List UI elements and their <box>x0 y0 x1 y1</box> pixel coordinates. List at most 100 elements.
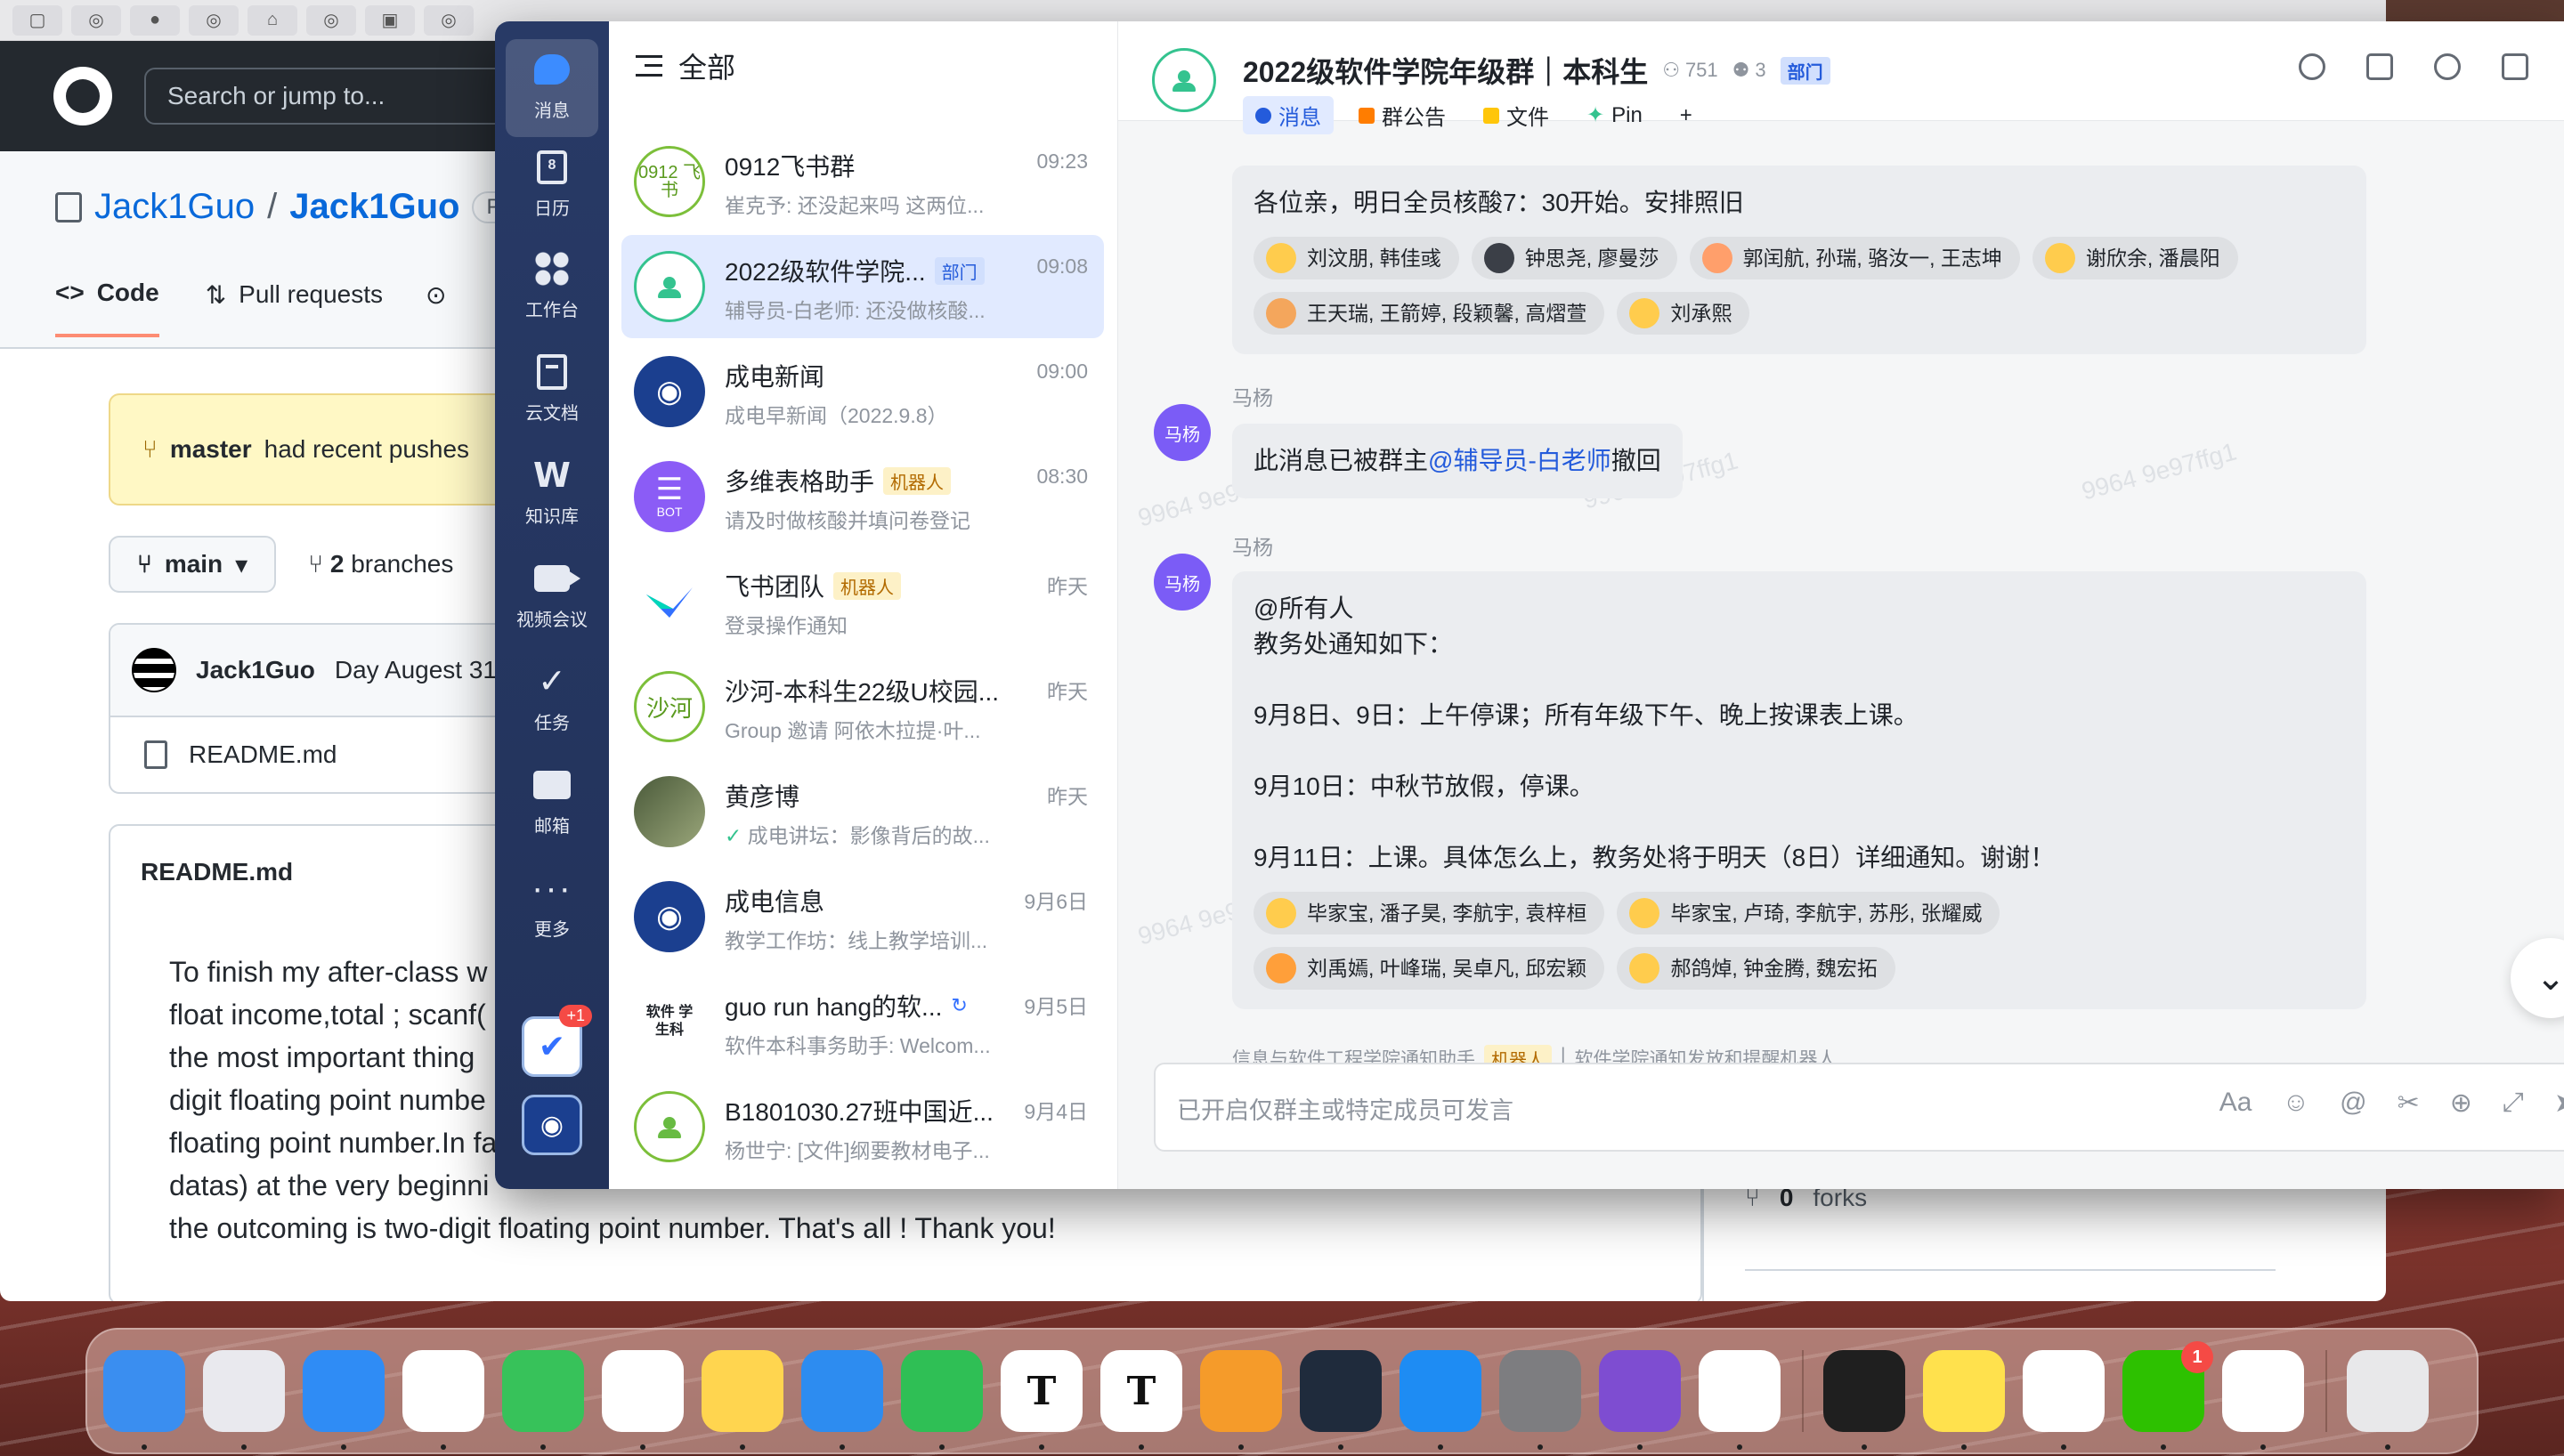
tab-pin[interactable]: ✦ Pin <box>1574 96 1655 134</box>
tab-code[interactable]: <> Code <box>55 279 159 337</box>
nav-item-tasks[interactable]: ✓ 任务 <box>495 662 609 734</box>
nav-item-docs[interactable]: 云文档 <box>495 352 609 425</box>
nav-item-calendar[interactable]: 8 日历 <box>495 148 609 220</box>
dock-music-icon[interactable] <box>1923 1350 2005 1450</box>
chat-title[interactable]: 2022级软件学院年级群｜本科生 ⚇ 751 ⚉ 3 部门 <box>1243 50 1830 91</box>
dock-app-store-icon[interactable] <box>1400 1350 1481 1450</box>
conversation-item[interactable]: ☰ BOT 多维表格助手 机器人 请及时做核酸并填问卷登记 08:30 <box>621 445 1104 548</box>
reaction-chip[interactable]: 刘汶朋, 韩佳彧 <box>1254 237 1459 279</box>
dock-facetime-icon[interactable] <box>502 1350 584 1450</box>
file-name[interactable]: README.md <box>189 740 337 769</box>
settings-panel-icon[interactable] <box>2502 53 2528 80</box>
dock-system-settings-icon[interactable] <box>1499 1350 1581 1450</box>
browser-tab[interactable]: ▢ <box>12 4 62 36</box>
reaction-chip[interactable]: 刘禹嫣, 叶峰瑞, 吴卓凡, 邱宏颖 <box>1254 947 1605 990</box>
dock-finder-icon[interactable] <box>103 1350 185 1450</box>
nav-app-uestc[interactable]: ◉ <box>522 1095 582 1155</box>
browser-tab[interactable]: ◎ <box>189 4 239 36</box>
nav-item-video[interactable]: 视频会议 <box>495 559 609 631</box>
conversation-item[interactable]: ◉ 成电信息 教学工作坊：线上教学培训... 9月6日 <box>621 865 1104 968</box>
conversation-item[interactable]: 黄彦博 ✓ 成电讲坛：影像背后的故... 昨天 <box>621 760 1104 863</box>
tab-pull-requests[interactable]: ⇅ Pull requests ⊙ <box>206 279 447 337</box>
scroll-to-bottom-button[interactable]: ⌄ <box>2511 938 2564 1018</box>
dock-vscode-icon[interactable] <box>402 1350 484 1450</box>
reaction-chip[interactable]: 郭闰航, 孙瑞, 骆汝一, 王志坤 <box>1689 237 2020 279</box>
nav-item-wiki[interactable]: W 知识库 <box>495 456 609 528</box>
browser-tab[interactable]: ⌂ <box>247 4 297 36</box>
reaction-chip[interactable]: 刘承熙 <box>1617 292 1750 335</box>
conversation-item[interactable]: 飞书团队 机器人 登录操作通知 昨天 <box>621 550 1104 653</box>
message-bubble[interactable]: 各位亲，明日全员核酸7：30开始。安排照旧 刘汶朋, 韩佳彧 钟思尧, 廖曼莎 郭闰… <box>1232 166 2366 354</box>
nav-app-shortcut[interactable]: ✔ +1 <box>522 1005 592 1077</box>
dock-numbers-icon[interactable] <box>901 1350 983 1450</box>
dock-launchpad-icon[interactable] <box>203 1350 285 1450</box>
dock-terminal-icon[interactable] <box>1823 1350 1905 1450</box>
dock-keynote-icon[interactable] <box>801 1350 883 1450</box>
scissors-icon[interactable]: ✂ <box>2398 1088 2420 1119</box>
dock-chrome-icon[interactable] <box>1699 1350 1781 1450</box>
nav-item-workspace[interactable]: 工作台 <box>495 249 609 321</box>
send-icon[interactable]: ➤ <box>2554 1088 2564 1119</box>
conversation-item[interactable]: 沙河 沙河-本科生22级U校园... Group 邀请 阿依木拉提·叶... 昨… <box>621 655 1104 758</box>
dock-typora-2-icon[interactable]: T <box>1100 1350 1182 1450</box>
reaction-chip[interactable]: 郝鸽焯, 钟金腾, 魏宏拓 <box>1617 947 1895 990</box>
reaction-chip[interactable]: 王天瑞, 王箭婷, 段颖馨, 高熠萱 <box>1254 292 1605 335</box>
avatar[interactable] <box>132 648 176 692</box>
branches-link[interactable]: ⑂ 2 branches <box>308 550 453 578</box>
dock-wechat-icon[interactable]: 1 <box>2122 1341 2213 1450</box>
conversation-item[interactable]: ◉ 成电新闻 成电早新闻（2022.9.8） 09:00 <box>621 340 1104 443</box>
add-member-icon[interactable] <box>2434 53 2461 80</box>
commit-author[interactable]: Jack1Guo <box>196 656 315 684</box>
member-count[interactable]: ⚇ 751 <box>1662 59 1717 82</box>
browser-tab-github[interactable]: ● <box>130 4 180 36</box>
group-avatar-icon[interactable] <box>1152 48 1216 112</box>
mention-icon[interactable]: @ <box>2340 1088 2366 1119</box>
browser-tab[interactable]: ◎ <box>71 4 121 36</box>
dock-github-desktop-icon[interactable] <box>1599 1350 1681 1450</box>
browser-tab[interactable]: ▣ <box>365 4 415 36</box>
plus-circle-icon[interactable]: ⊕ <box>2450 1088 2472 1119</box>
filter-menu-icon[interactable] <box>636 55 662 77</box>
search-icon[interactable] <box>2299 53 2325 80</box>
dock-typora-icon[interactable]: T <box>1001 1350 1083 1450</box>
video-call-icon[interactable] <box>2366 53 2393 80</box>
avatar[interactable]: 马杨 <box>1154 404 1211 461</box>
tab-files[interactable]: 文件 <box>1471 96 1562 134</box>
browser-tab[interactable]: ◎ <box>306 4 356 36</box>
dock-cat-app-icon[interactable] <box>2023 1350 2105 1450</box>
bot-count[interactable]: ⚉ 3 <box>1732 59 1766 82</box>
github-logo-icon[interactable] <box>53 67 112 125</box>
nav-item-messages[interactable]: 消息 <box>495 39 609 137</box>
dock-trash-icon[interactable] <box>2347 1350 2429 1450</box>
conversation-item[interactable]: 0912 飞书 0912飞书群 崔克予: 还没起来吗 这两位... 09:23 <box>621 130 1104 233</box>
dock-qingyun-icon[interactable] <box>1300 1350 1382 1450</box>
message-bubble[interactable]: @所有人 教务处通知如下： 9月8日、9日：上午停课；所有年级下午、晚上按课表上… <box>1232 571 2366 1009</box>
add-tab-button[interactable]: + <box>1667 96 1705 134</box>
dock-feishu-icon[interactable] <box>2222 1350 2304 1450</box>
dock-safari-icon[interactable] <box>303 1350 385 1450</box>
commit-message[interactable]: Day Augest 31s <box>335 656 509 684</box>
conversation-item[interactable]: B1801030.27班中国近... 杨世宁: [文件]纲要教材电子... 9月… <box>621 1075 1104 1178</box>
nav-item-more[interactable]: ··· 更多 <box>495 869 609 941</box>
message-composer[interactable]: 已开启仅群主或特定成员可发言 Aa ☺ @ ✂ ⊕ ⤢ ➤ <box>1154 1063 2564 1152</box>
repo-name-link[interactable]: Jack1Guo <box>289 187 459 227</box>
reaction-chip[interactable]: 毕家宝, 卢琦, 李航宇, 苏彤, 张耀威 <box>1617 892 2000 934</box>
dock-reminders-icon[interactable] <box>602 1350 684 1450</box>
avatar[interactable]: 马杨 <box>1154 554 1211 611</box>
reaction-chip[interactable]: 毕家宝, 潘子昊, 李航宇, 袁梓桓 <box>1254 892 1605 934</box>
branch-selector-button[interactable]: ⑂ main ▾ <box>109 536 277 593</box>
nav-item-mail[interactable]: 邮箱 <box>495 765 609 837</box>
conversation-item-selected[interactable]: 2022级软件学院... 部门 辅导员-白老师: 还没做核酸... 09:08 <box>621 235 1104 338</box>
mention-link[interactable]: @辅导员-白老师 <box>1428 447 1611 474</box>
reaction-chip[interactable]: 谢欣余, 潘晨阳 <box>2032 237 2238 279</box>
emoji-icon[interactable]: ☺ <box>2282 1088 2309 1119</box>
tab-announcement[interactable]: 群公告 <box>1346 96 1458 134</box>
dock-notes-icon[interactable] <box>702 1350 783 1450</box>
reaction-chip[interactable]: 钟思尧, 廖曼莎 <box>1471 237 1677 279</box>
expand-icon[interactable]: ⤢ <box>2503 1088 2524 1119</box>
dock-pages-icon[interactable] <box>1200 1350 1282 1450</box>
repo-owner-link[interactable]: Jack1Guo <box>94 187 255 227</box>
text-format-icon[interactable]: Aa <box>2219 1088 2252 1119</box>
conversation-item[interactable]: 软件 学生科 guo run hang的软... ↻ 软件本科事务助手: Welc… <box>621 970 1104 1073</box>
tab-messages[interactable]: 消息 <box>1243 96 1334 134</box>
